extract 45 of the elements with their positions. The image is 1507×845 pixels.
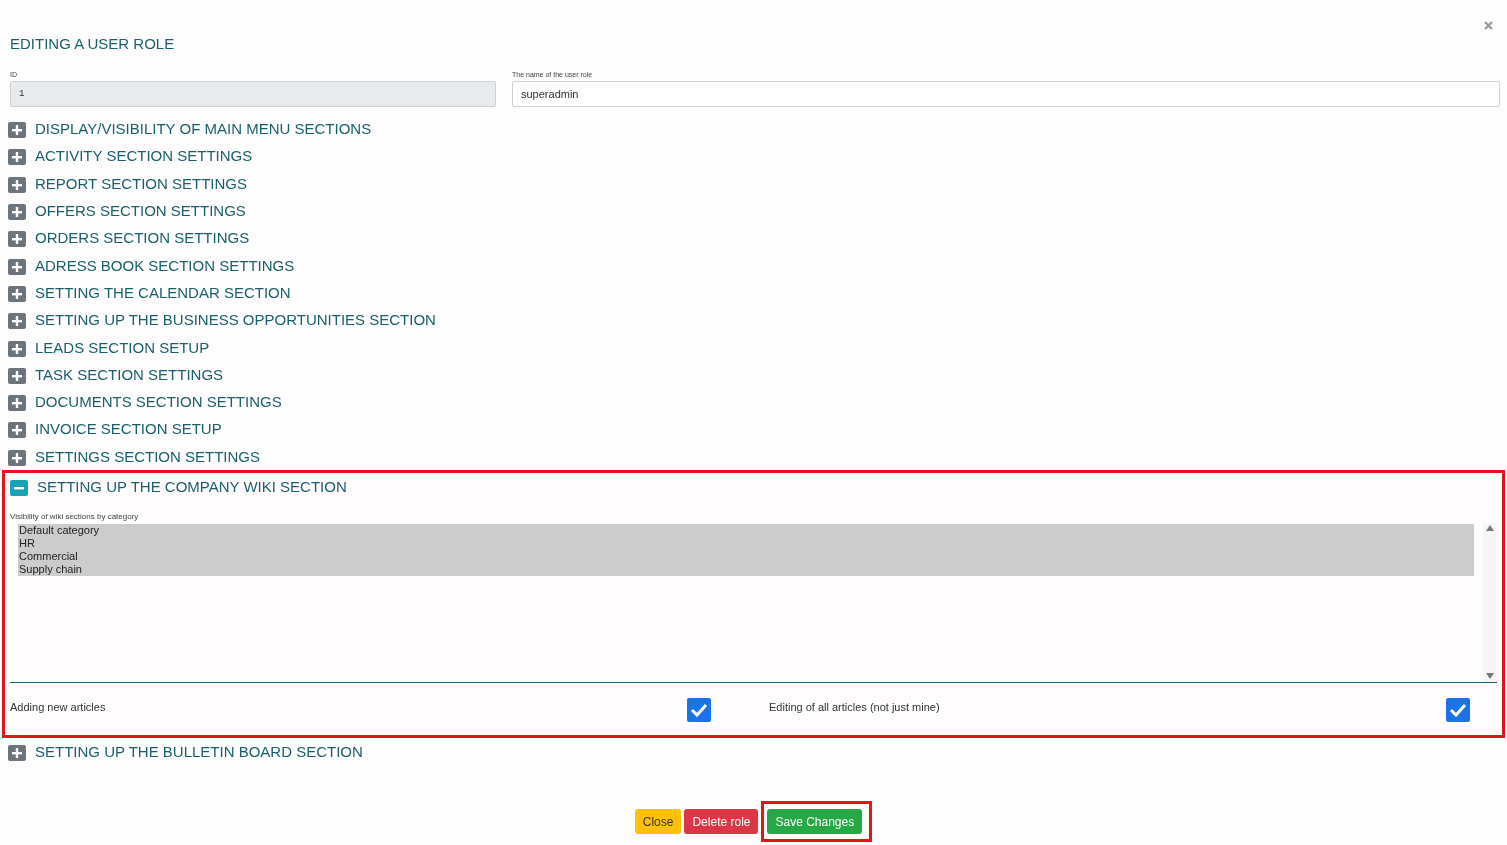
section-title[interactable]: LEADS SECTION SETUP	[35, 338, 210, 356]
section-title[interactable]: ORDERS SECTION SETTINGS	[35, 229, 250, 247]
category-listbox[interactable]: Default category HR Commercial Supply chain	[10, 523, 1497, 684]
checkbox[interactable]	[1446, 698, 1470, 723]
section-title[interactable]: TASK SECTION SETTINGS	[35, 365, 224, 383]
listbox-option[interactable]: Supply chain	[18, 563, 1474, 577]
section-title[interactable]: SETTING UP THE COMPANY WIKI SECTION	[37, 478, 347, 495]
expand-icon[interactable]	[8, 367, 26, 384]
expand-icon[interactable]	[8, 285, 26, 302]
expand-icon[interactable]	[8, 204, 26, 221]
section-title[interactable]: SETTING THE CALENDAR SECTION	[35, 283, 291, 301]
expand-icon[interactable]	[8, 313, 26, 330]
checkbox-label: Adding new articles	[10, 701, 106, 714]
checkbox[interactable]	[687, 698, 711, 723]
scrollbar[interactable]	[1483, 523, 1497, 683]
section-title[interactable]: ACTIVITY SECTION SETTINGS	[35, 147, 253, 165]
expand-icon[interactable]	[8, 231, 26, 248]
section-title[interactable]: SETTING UP THE BULLETIN BOARD SECTION	[35, 743, 363, 761]
input-field[interactable]: superadmin	[512, 81, 1500, 107]
expand-icon[interactable]	[8, 149, 26, 166]
expand-icon[interactable]	[8, 176, 26, 193]
listbox-option[interactable]: Default category	[18, 524, 1474, 538]
section-title[interactable]: DOCUMENTS SECTION SETTINGS	[35, 393, 282, 411]
expand-icon[interactable]	[8, 122, 26, 139]
expand-icon[interactable]	[8, 395, 26, 412]
listbox-option[interactable]: Commercial	[18, 550, 1474, 564]
expand-icon[interactable]	[8, 258, 26, 275]
checkbox-label: Editing of all articles (not just mine)	[769, 701, 940, 714]
listbox-option[interactable]: HR	[18, 537, 1474, 551]
section-title[interactable]: SETTINGS SECTION SETTINGS	[35, 447, 261, 465]
expand-icon[interactable]	[8, 340, 26, 357]
section-title[interactable]: REPORT SECTION SETTINGS	[35, 174, 247, 192]
section-title[interactable]: ADRESS BOOK SECTION SETTINGS	[35, 256, 295, 274]
action-button[interactable]: Delete role	[684, 809, 759, 835]
section-title[interactable]: DISPLAY/VISIBILITY OF MAIN MENU SECTIONS	[35, 120, 372, 138]
expand-icon[interactable]	[8, 449, 26, 466]
field-label: Visibility of wiki sections by category	[10, 512, 140, 522]
expand-icon[interactable]	[8, 422, 26, 439]
section-title[interactable]: INVOICE SECTION SETUP	[35, 420, 222, 438]
section-title[interactable]: SETTING UP THE BUSINESS OPPORTUNITIES SECTION	[35, 311, 436, 329]
section-title[interactable]: OFFERS SECTION SETTINGS	[35, 202, 246, 220]
dialog-title: EDITING A USER ROLE	[10, 34, 175, 54]
action-button[interactable]: Close	[634, 809, 682, 835]
collapse-icon[interactable]	[10, 480, 28, 496]
expand-icon[interactable]	[8, 745, 26, 762]
